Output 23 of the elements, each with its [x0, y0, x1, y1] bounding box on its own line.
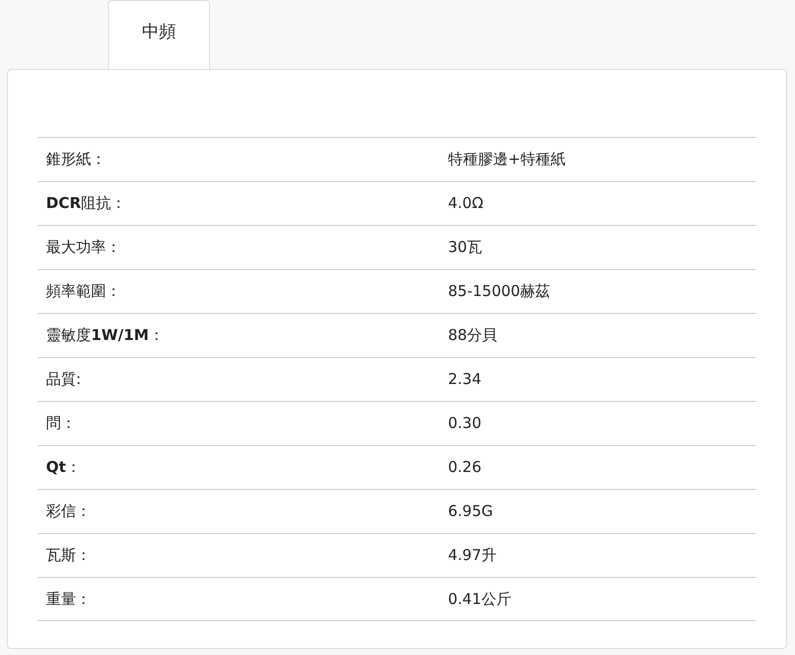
spec-value: 特種膠邊+特種紙 [448, 150, 566, 168]
spec-label: 錐形紙： [46, 150, 106, 168]
spec-label: 最大功率： [46, 238, 121, 256]
spec-value: 0.26 [448, 458, 482, 476]
spec-value: 0.30 [448, 414, 482, 432]
spec-label: 重量： [46, 590, 91, 608]
spec-label: 問： [46, 414, 76, 432]
spec-label: DCR阻抗： [46, 194, 126, 212]
spec-value: 30瓦 [448, 238, 482, 256]
spec-label: 彩信： [46, 502, 91, 520]
spec-value: 4.97升 [448, 546, 496, 564]
spec-value: 4.0Ω [448, 194, 484, 212]
spec-label: 品質: [46, 370, 82, 388]
tab[interactable]: 中頻 [108, 0, 210, 69]
spec-value: 88分貝 [448, 326, 498, 344]
spec-label: 靈敏度1W/1M： [46, 326, 164, 344]
spec-label: 瓦斯： [46, 546, 91, 564]
spec-value: 85-15000赫茲 [448, 282, 550, 300]
spec-value: 6.95G [448, 502, 494, 520]
spec-value: 2.34 [448, 370, 482, 388]
spec-label: 頻率範圍： [46, 282, 121, 300]
spec-label: Qt： [46, 458, 81, 476]
spec-value: 0.41公斤 [448, 590, 512, 608]
